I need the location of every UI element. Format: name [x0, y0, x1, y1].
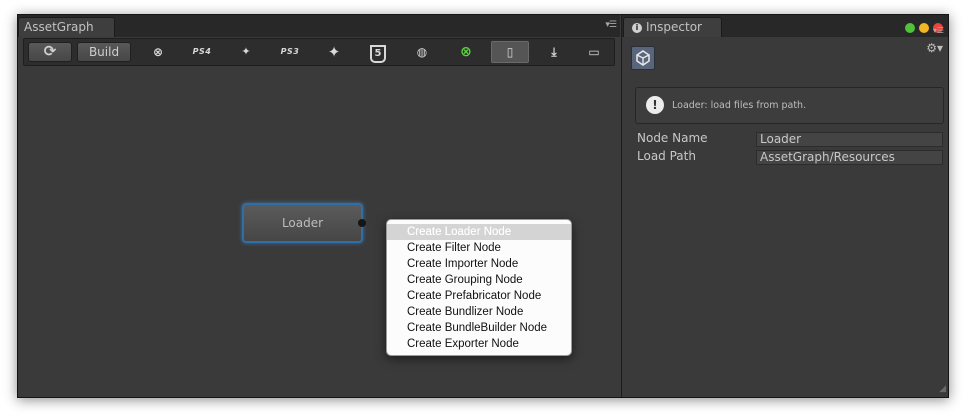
android-icon: ✦: [241, 45, 251, 58]
node-output-port[interactable]: [358, 219, 366, 227]
menu-item-create-prefabricator-node[interactable]: Create Prefabricator Node: [387, 288, 571, 304]
load-path-label: Load Path: [637, 149, 696, 163]
platform-mobile-button[interactable]: ▯: [491, 41, 529, 63]
ps4-icon: PS4: [192, 47, 212, 56]
inspector-tab-menu-icon[interactable]: ▾☰: [933, 26, 944, 35]
node-label: Loader: [281, 216, 324, 230]
ps3-icon: PS3: [280, 47, 300, 56]
asset-graph-tabstrip: AssetGraph ▾☰: [18, 15, 620, 37]
inspector-tab-label: Inspector: [646, 20, 702, 34]
help-message: Loader: load files from path.: [672, 100, 807, 111]
unity-cube-icon: [636, 50, 650, 66]
node-name-label: Node Name: [637, 131, 708, 145]
xbox-icon: ⊗: [152, 45, 164, 59]
info-icon: i: [632, 23, 642, 33]
resize-grip-icon[interactable]: ◢: [939, 384, 946, 394]
globe-icon: ◍: [416, 45, 428, 59]
platform-web-button[interactable]: ◍: [403, 41, 441, 63]
build-button[interactable]: Build: [77, 42, 131, 62]
menu-item-create-exporter-node[interactable]: Create Exporter Node: [387, 336, 571, 352]
platform-html5-button[interactable]: 5: [359, 41, 397, 63]
html5-icon: 5: [370, 45, 386, 63]
zoom-light-icon[interactable]: [905, 23, 915, 33]
context-menu: Create Loader Node Create Filter Node Cr…: [386, 219, 572, 356]
loader-node[interactable]: Loader: [242, 203, 366, 243]
mobile-icon: ▯: [506, 45, 514, 59]
platform-blackberry-button[interactable]: ✦: [315, 41, 353, 63]
application-window: AssetGraph ▾☰ ⟳ Build ⊗ PS4 ✦ PS3 ✦ 5 ◍ …: [17, 14, 949, 398]
minimize-light-icon[interactable]: [919, 23, 929, 33]
platform-download-button[interactable]: ⤓: [535, 41, 573, 63]
asset-graph-toolbar: ⟳ Build ⊗ PS4 ✦ PS3 ✦ 5 ◍ ⊗ ▯ ⤓ ▭: [23, 38, 615, 66]
node-name-field[interactable]: Loader: [756, 132, 943, 147]
standalone-icon: ▭: [588, 45, 600, 59]
inspector-tabstrip: i Inspector ▾☰: [622, 15, 948, 37]
menu-item-create-filter-node[interactable]: Create Filter Node: [387, 240, 571, 256]
unity-logo-icon: [631, 46, 655, 70]
refresh-icon: ⟳: [43, 42, 57, 60]
tab-inspector[interactable]: i Inspector: [623, 17, 722, 37]
platform-standalone-button[interactable]: ▭: [575, 41, 613, 63]
platform-xbox360-button[interactable]: ⊗: [139, 41, 177, 63]
download-icon: ⤓: [551, 45, 557, 59]
asset-graph-panel: AssetGraph ▾☰ ⟳ Build ⊗ PS4 ✦ PS3 ✦ 5 ◍ …: [18, 15, 620, 397]
xbox-one-icon: ⊗: [460, 44, 472, 60]
tab-menu-icon[interactable]: ▾☰: [605, 20, 617, 30]
blackberry-icon: ✦: [327, 43, 341, 61]
help-box: ! Loader: load files from path.: [635, 87, 944, 124]
menu-item-create-bundlizer-node[interactable]: Create Bundlizer Node: [387, 304, 571, 320]
menu-item-create-bundlebuilder-node[interactable]: Create BundleBuilder Node: [387, 320, 571, 336]
menu-item-create-loader-node[interactable]: Create Loader Node: [387, 224, 571, 240]
platform-android-button[interactable]: ✦: [227, 41, 265, 63]
platform-xbox-one-button[interactable]: ⊗: [447, 41, 485, 63]
menu-item-create-importer-node[interactable]: Create Importer Node: [387, 256, 571, 272]
refresh-button[interactable]: ⟳: [28, 42, 72, 62]
tab-asset-graph[interactable]: AssetGraph: [18, 17, 115, 37]
platform-ps3-button[interactable]: PS3: [271, 41, 309, 63]
gear-icon[interactable]: ⚙▾: [926, 41, 943, 55]
menu-item-create-grouping-node[interactable]: Create Grouping Node: [387, 272, 571, 288]
platform-ps4-button[interactable]: PS4: [183, 41, 221, 63]
inspector-panel: i Inspector ▾☰ ⚙▾ ! Loader: load files fr…: [621, 15, 948, 397]
load-path-field[interactable]: AssetGraph/Resources: [756, 150, 943, 165]
warning-icon: !: [646, 96, 664, 114]
